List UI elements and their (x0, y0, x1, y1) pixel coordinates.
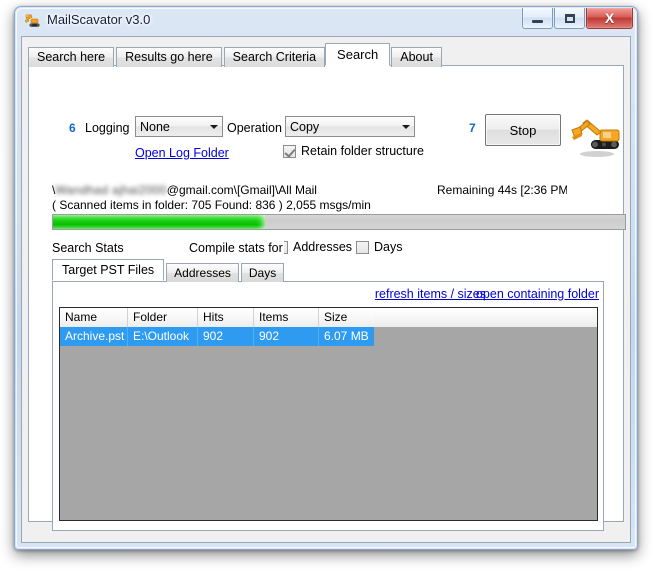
maximize-button[interactable] (554, 8, 585, 29)
minimize-button[interactable] (522, 8, 553, 29)
inner-tab-days[interactable]: Days (240, 263, 285, 282)
inner-tab-addresses[interactable]: Addresses (166, 263, 239, 282)
screenshot-root: MailScavator v3.0 X Search here Results … (0, 0, 653, 574)
compile-addresses-label: Addresses (293, 240, 353, 254)
mailbox-path: @gmail.com\[Gmail]\All Mail (166, 183, 317, 197)
tab-search[interactable]: Search (325, 43, 391, 66)
retain-folder-structure-label: Retain folder structure (301, 144, 424, 158)
operation-label: Operation (227, 121, 282, 135)
mailbox-path-line: \Wandhad ajhai2000@gmail.com\[Gmail]\All… (52, 183, 317, 197)
column-header-items[interactable]: Items (254, 308, 319, 327)
target-pst-files-panel: open containing folder refresh items / s… (52, 281, 604, 531)
title-bar[interactable]: MailScavator v3.0 X (15, 7, 637, 36)
close-icon: X (604, 10, 615, 26)
operation-select[interactable]: Copy (285, 116, 415, 137)
checkbox-icon (284, 240, 288, 254)
inner-tab-target-pst-files[interactable]: Target PST Files (52, 259, 165, 281)
pst-files-listview[interactable]: Name Folder Hits Items Size Archive.pst … (59, 307, 598, 521)
retain-folder-structure-checkbox[interactable]: Retain folder structure (283, 144, 424, 158)
step-badge-6: 6 (69, 121, 76, 135)
client-area: Search here Results go here Search Crite… (21, 36, 631, 543)
step-badge-7: 7 (469, 121, 476, 135)
cell-size: 6.07 MB (319, 327, 374, 346)
window-controls: X (521, 8, 633, 29)
maximize-icon (564, 13, 575, 23)
cell-name: Archive.pst (60, 327, 128, 346)
tab-results-go-here[interactable]: Results go here (116, 47, 222, 67)
tab-search-criteria[interactable]: Search Criteria (223, 47, 326, 67)
scan-progress-bar (52, 214, 626, 230)
column-header-size[interactable]: Size (319, 308, 374, 327)
chevron-down-icon (397, 117, 414, 136)
listview-header: Name Folder Hits Items Size (60, 308, 597, 327)
checkbox-icon (283, 144, 296, 158)
compile-days-checkbox[interactable]: Days (356, 240, 402, 254)
search-tab-page: 6 Logging None Operation Copy 7 Stop Ope… (28, 65, 626, 531)
excavator-icon (24, 13, 42, 29)
remaining-time: Remaining 44s [2:36 PM] (437, 183, 567, 197)
close-button[interactable]: X (586, 8, 633, 29)
logging-select[interactable]: None (135, 116, 223, 137)
chevron-down-icon (205, 117, 222, 136)
scan-counters: ( Scanned items in folder: 705 Found: 83… (52, 198, 371, 212)
compile-stats-label: Compile stats for (189, 241, 283, 255)
operation-value: Copy (290, 119, 320, 134)
column-header-name[interactable]: Name (60, 308, 128, 327)
column-header-folder[interactable]: Folder (128, 308, 198, 327)
table-row[interactable]: Archive.pst E:\Outlook 902 902 6.07 MB (60, 327, 597, 346)
checkbox-icon (356, 240, 369, 254)
open-containing-folder-link[interactable]: open containing folder (476, 287, 599, 301)
logging-value: None (140, 119, 170, 134)
main-tabstrip: Search here Results go here Search Crite… (28, 43, 444, 67)
open-log-folder-link[interactable]: Open Log Folder (135, 146, 229, 160)
excavator-icon (567, 112, 625, 158)
stats-tabstrip: Target PST Files Addresses Days (52, 259, 286, 282)
compile-addresses-checkbox[interactable]: Addresses (284, 240, 352, 254)
progress-fill (53, 215, 265, 229)
minimize-icon (532, 19, 543, 23)
logging-label: Logging (85, 121, 130, 135)
search-stats-label: Search Stats (52, 241, 124, 255)
column-header-hits[interactable]: Hits (198, 308, 254, 327)
mailbox-user-redacted: Wandhad ajhai2000 (55, 183, 167, 197)
tab-search-here[interactable]: Search here (28, 47, 115, 67)
cell-hits: 902 (198, 327, 254, 346)
refresh-items-sizes-link[interactable]: refresh items / sizes (375, 287, 486, 301)
cell-folder: E:\Outlook (128, 327, 198, 346)
application-window: MailScavator v3.0 X Search here Results … (14, 6, 638, 550)
stop-button[interactable]: Stop (485, 114, 561, 146)
compile-days-label: Days (374, 240, 403, 254)
window-title: MailScavator v3.0 (47, 12, 151, 27)
tab-about[interactable]: About (391, 47, 442, 67)
cell-items: 902 (254, 327, 319, 346)
